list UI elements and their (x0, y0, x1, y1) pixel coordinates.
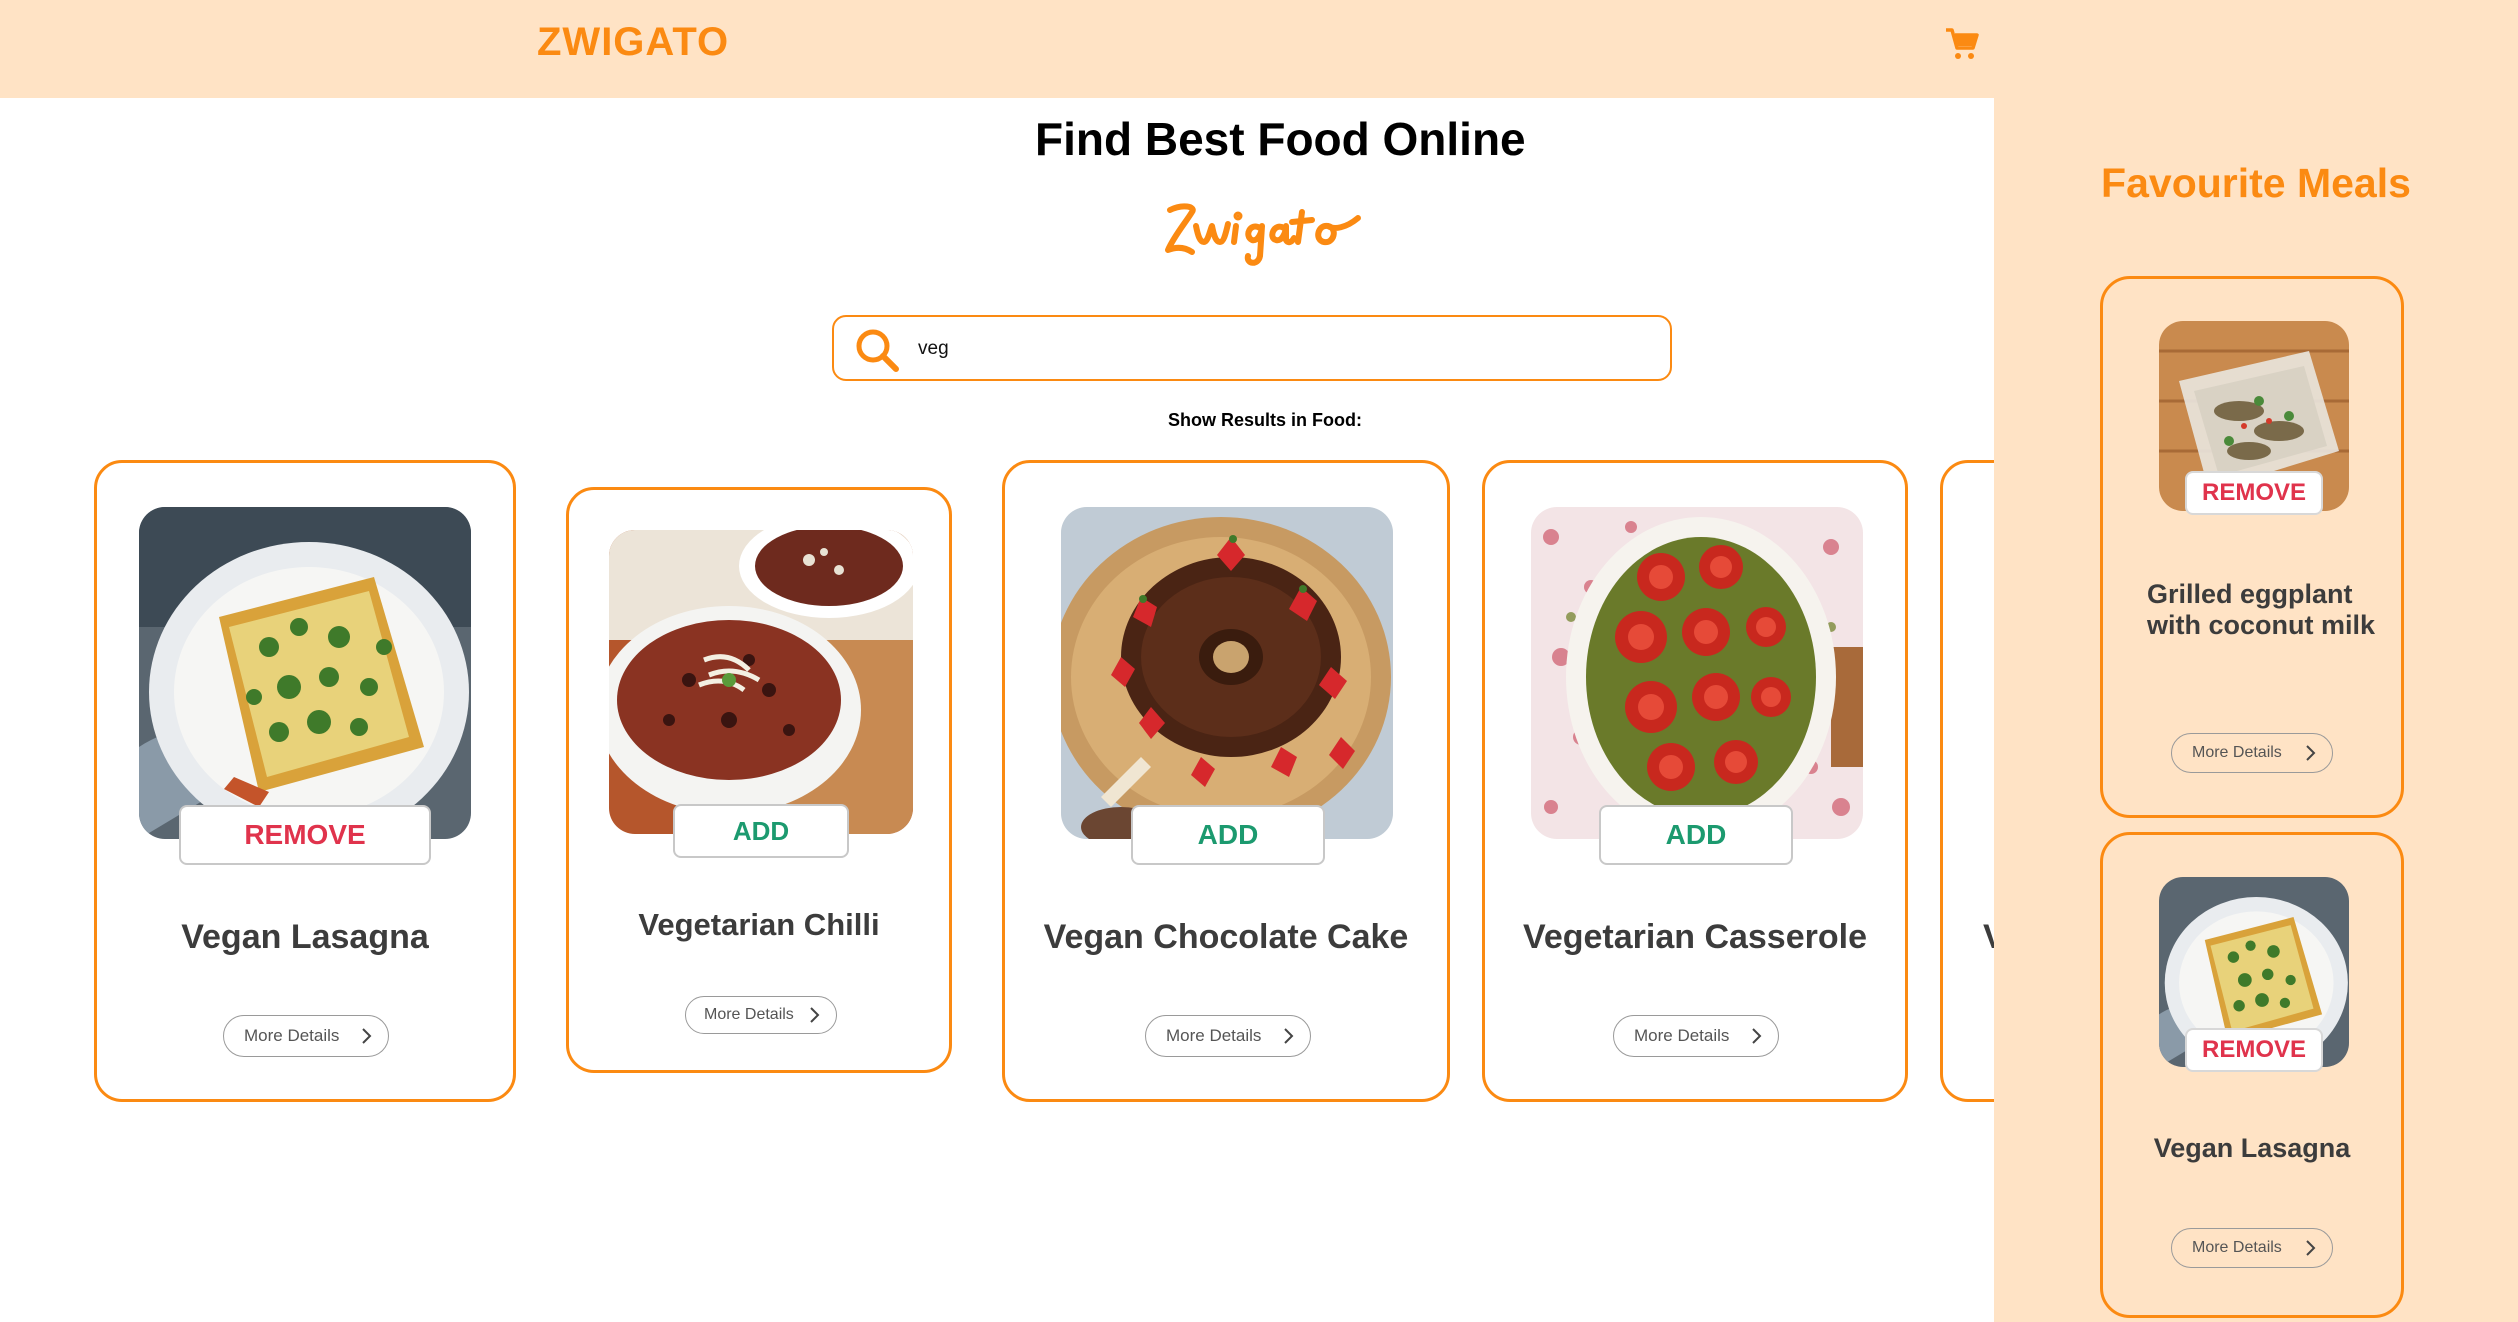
more-details-button[interactable]: More Details (2171, 733, 2333, 773)
add-button[interactable]: ADD (1131, 805, 1325, 865)
favourite-name: Vegan Lasagna (2153, 1133, 2351, 1163)
chevron-right-icon (1752, 1028, 1762, 1044)
search-input[interactable] (918, 331, 1618, 367)
more-details-button[interactable]: More Details (2171, 1228, 2333, 1268)
more-details-label: More Details (704, 1006, 794, 1023)
food-image-vegan-chocolate-cake (1061, 507, 1393, 839)
more-details-button[interactable]: More Details (1613, 1015, 1779, 1057)
food-card: REMOVE Vegan Lasagna More Details (94, 460, 516, 1102)
chevron-right-icon (810, 1007, 820, 1023)
page-title: Find Best Food Online (1035, 113, 1526, 165)
food-image-vegetarian-chilli (609, 530, 913, 834)
food-image-vegan-lasagna (139, 507, 471, 839)
food-name: Vegetarian Chilli (638, 907, 880, 942)
chevron-right-icon (1284, 1028, 1294, 1044)
add-button[interactable]: ADD (1599, 805, 1793, 865)
results-label: Show Results in Food: (1168, 410, 1362, 430)
more-details-label: More Details (2192, 744, 2282, 761)
chevron-right-icon (362, 1028, 372, 1044)
remove-button[interactable]: REMOVE (2185, 471, 2323, 515)
food-name: Vegan Lasagna (181, 918, 429, 956)
favourite-card: REMOVE Vegan Lasagna More Details (2100, 832, 2404, 1318)
search-bar (832, 315, 1672, 381)
more-details-label: More Details (2192, 1239, 2282, 1256)
more-details-button[interactable]: More Details (1145, 1015, 1311, 1057)
food-card: ADD Vegetarian Casserole More Details (1482, 460, 1908, 1102)
chevron-right-icon (2306, 1240, 2316, 1256)
more-details-button[interactable]: More Details (685, 996, 837, 1034)
chevron-right-icon (2306, 745, 2316, 761)
more-details-label: More Details (1166, 1026, 1262, 1045)
more-details-label: More Details (244, 1026, 340, 1045)
top-bar: ZWIGATO (0, 0, 2518, 98)
food-card: ADD Vegan Chocolate Cake More Details (1002, 460, 1450, 1102)
remove-button[interactable]: REMOVE (2185, 1028, 2323, 1072)
favourite-name: Grilled eggplant with coconut milk (2147, 579, 2376, 640)
more-details-button[interactable]: More Details (223, 1015, 389, 1057)
favourites-sidebar: Favourite Meals REMOVE Grilled eggplant … (1994, 98, 2518, 1322)
remove-button[interactable]: REMOVE (179, 805, 431, 865)
food-card: ADD Vegetarian Chilli More Details (566, 487, 952, 1073)
favourites-title: Favourite Meals (2101, 160, 2411, 206)
cart-icon[interactable] (1944, 26, 1980, 62)
search-icon[interactable] (854, 327, 900, 373)
food-name: Vegan Chocolate Cake (1043, 918, 1409, 956)
brand-logo[interactable]: ZWIGATO (537, 20, 729, 65)
add-button[interactable]: ADD (673, 804, 849, 858)
favourite-card: REMOVE Grilled eggplant with coconut mil… (2100, 276, 2404, 818)
more-details-label: More Details (1634, 1026, 1730, 1045)
food-name: Vegetarian Casserole (1523, 918, 1867, 956)
food-image-vegetarian-casserole (1531, 507, 1863, 839)
zwigato-script-logo (1165, 203, 1361, 266)
